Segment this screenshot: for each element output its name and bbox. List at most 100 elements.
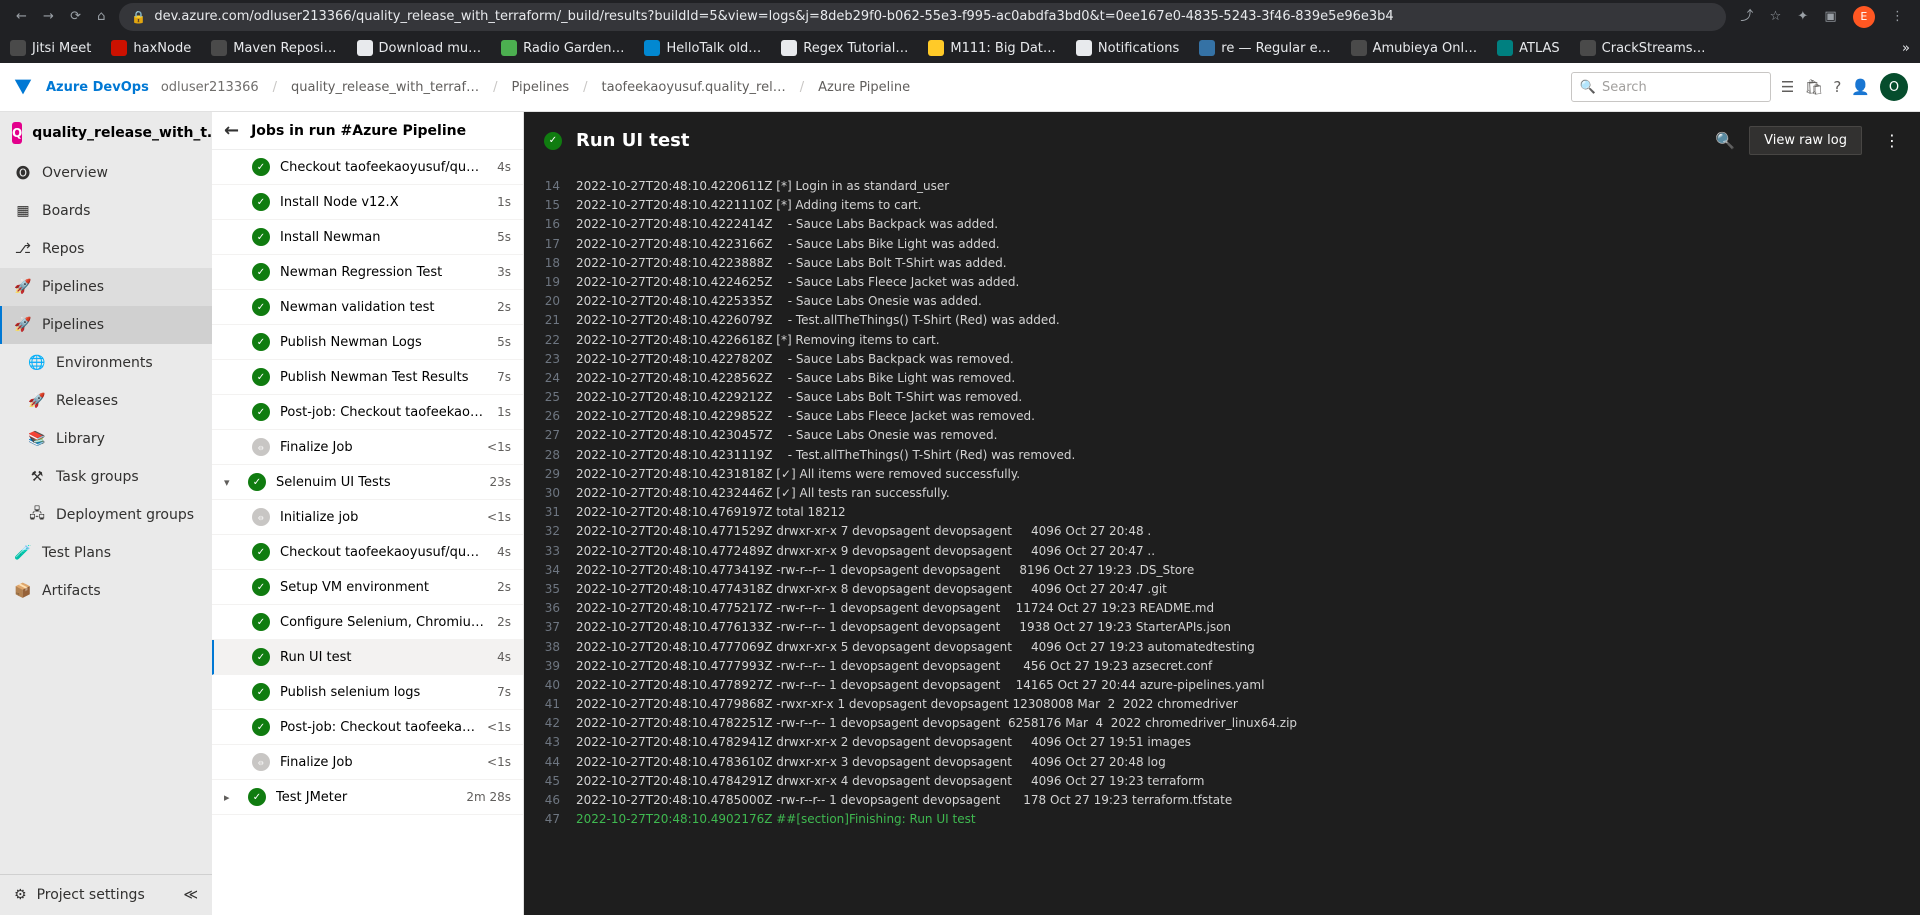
status-icon: ✓ xyxy=(252,158,270,176)
sidebar-item[interactable]: 🖧Deployment groups xyxy=(0,496,212,534)
job-step-row[interactable]: ✓Install Newman5s xyxy=(212,220,523,255)
bookmark-item[interactable]: Download mu… xyxy=(357,40,482,56)
job-step-row[interactable]: ✓Post-job: Checkout taofeeka…<1s xyxy=(212,710,523,745)
log-line-text: 2022-10-27T20:48:10.4225335Z - Sauce Lab… xyxy=(576,292,982,311)
sidebar-item[interactable]: 🚀Pipelines xyxy=(0,306,212,344)
log-line-text: 2022-10-27T20:48:10.4227820Z - Sauce Lab… xyxy=(576,350,1014,369)
sidebar-item[interactable]: 🅞Overview xyxy=(0,154,212,192)
job-step-row[interactable]: ⦵Initialize job<1s xyxy=(212,500,523,535)
chevron-icon[interactable]: ▸ xyxy=(224,791,238,804)
bookmark-item[interactable]: CrackStreams… xyxy=(1580,40,1706,56)
log-line: 332022-10-27T20:48:10.4772489Z drwxr-xr-… xyxy=(524,542,1920,561)
panels-icon[interactable]: ▣ xyxy=(1824,9,1836,24)
log-line-number: 40 xyxy=(540,676,576,695)
project-settings[interactable]: ⚙ Project settings ≪ xyxy=(0,874,212,915)
sidebar-item[interactable]: 🌐Environments xyxy=(0,344,212,382)
bookmark-item[interactable]: Regex Tutorial… xyxy=(781,40,908,56)
log-line: 392022-10-27T20:48:10.4777993Z -rw-r--r-… xyxy=(524,657,1920,676)
log-line-number: 24 xyxy=(540,369,576,388)
job-step-row[interactable]: ⦵Finalize Job<1s xyxy=(212,745,523,780)
back-button[interactable]: ← xyxy=(16,9,27,24)
job-step-row[interactable]: ⦵Finalize Job<1s xyxy=(212,430,523,465)
reload-button[interactable]: ⟳ xyxy=(70,9,81,24)
step-name: Checkout taofeekaoyusuf/qual… xyxy=(280,545,487,560)
log-line: 472022-10-27T20:48:10.4902176Z ##[sectio… xyxy=(524,810,1920,829)
job-step-row[interactable]: ✓Post-job: Checkout taofeekao…1s xyxy=(212,395,523,430)
search-input[interactable]: 🔍 Search xyxy=(1571,72,1771,102)
job-step-row[interactable]: ✓Run UI test4s xyxy=(212,640,523,675)
org-name[interactable]: odluser213366 xyxy=(161,80,259,95)
help-icon[interactable]: ? xyxy=(1833,78,1841,96)
step-duration: 1s xyxy=(497,195,511,209)
bookmark-item[interactable]: M111: Big Dat… xyxy=(928,40,1056,56)
bookmark-item[interactable]: Amubieya Onl… xyxy=(1351,40,1478,56)
job-step-row[interactable]: ✓Install Node v12.X1s xyxy=(212,185,523,220)
log-line: 282022-10-27T20:48:10.4231119Z - Test.al… xyxy=(524,446,1920,465)
list-icon[interactable]: ☰ xyxy=(1781,78,1794,96)
browser-profile[interactable]: E xyxy=(1853,6,1875,28)
bookmark-item[interactable]: ATLAS xyxy=(1497,40,1560,56)
job-step-row[interactable]: ✓Publish Newman Test Results7s xyxy=(212,360,523,395)
browser-right-icons: ⤴ ☆ ✦ ▣ E ⋮ xyxy=(1734,5,1910,28)
azure-logo-icon[interactable] xyxy=(12,76,34,98)
job-step-row[interactable]: ✓Checkout taofeekaoyusuf/qual…4s xyxy=(212,150,523,185)
job-step-row[interactable]: ✓Configure Selenium, Chromiu…2s xyxy=(212,605,523,640)
log-line-text: 2022-10-27T20:48:10.4228562Z - Sauce Lab… xyxy=(576,369,1015,388)
log-line-text: 2022-10-27T20:48:10.4226618Z [*] Removin… xyxy=(576,331,940,350)
view-raw-log-button[interactable]: View raw log xyxy=(1749,126,1862,155)
extensions-icon[interactable]: ✦ xyxy=(1797,9,1808,24)
bookmark-item[interactable]: haxNode xyxy=(111,40,191,56)
bookmark-icon[interactable]: ☆ xyxy=(1770,9,1782,24)
step-name: Selenuim UI Tests xyxy=(276,475,479,490)
log-more-icon[interactable]: ⋮ xyxy=(1884,131,1900,150)
sidebar-item[interactable]: 🚀Pipelines xyxy=(0,268,212,306)
bookmark-item[interactable]: Radio Garden… xyxy=(501,40,624,56)
job-step-row[interactable]: ✓Publish selenium logs7s xyxy=(212,675,523,710)
bookmarks-overflow-icon[interactable]: » xyxy=(1902,41,1910,56)
home-button[interactable]: ⌂ xyxy=(97,9,105,24)
address-bar[interactable]: 🔒 dev.azure.com/odluser213366/quality_re… xyxy=(119,3,1726,31)
sidebar-item[interactable]: ⚒Task groups xyxy=(0,458,212,496)
sidebar-item[interactable]: ⎇Repos xyxy=(0,230,212,268)
job-step-row[interactable]: ✓Newman Regression Test3s xyxy=(212,255,523,290)
bookmark-item[interactable]: HelloTalk old… xyxy=(644,40,761,56)
sub-icon: 🖧 xyxy=(28,506,46,524)
sidebar-item[interactable]: 📦Artifacts xyxy=(0,572,212,610)
project-header[interactable]: Q quality_release_with_t… + xyxy=(0,112,212,154)
user-settings-icon[interactable]: 👤 xyxy=(1851,78,1870,96)
forward-button[interactable]: → xyxy=(43,9,54,24)
bookmark-item[interactable]: Jitsi Meet xyxy=(10,40,91,56)
job-step-row[interactable]: ▸✓Test JMeter2m 28s xyxy=(212,780,523,815)
job-step-row[interactable]: ✓Publish Newman Logs5s xyxy=(212,325,523,360)
share-icon[interactable]: ⤴ xyxy=(1740,9,1753,24)
crumb-pipeline-name[interactable]: taofeekaoyusuf.quality_rel… xyxy=(602,80,786,95)
status-icon: ✓ xyxy=(252,228,270,246)
step-duration: 1s xyxy=(497,405,511,419)
job-step-row[interactable]: ✓Checkout taofeekaoyusuf/qual…4s xyxy=(212,535,523,570)
log-line-text: 2022-10-27T20:48:10.4771529Z drwxr-xr-x … xyxy=(576,522,1151,541)
sidebar-item[interactable]: ▦Boards xyxy=(0,192,212,230)
bookmark-item[interactable]: Notifications xyxy=(1076,40,1179,56)
product-name[interactable]: Azure DevOps xyxy=(46,80,149,95)
marketplace-icon[interactable]: 🛍 xyxy=(1804,78,1823,96)
user-avatar[interactable]: O xyxy=(1880,73,1908,101)
collapse-sidebar-icon[interactable]: ≪ xyxy=(183,887,198,903)
log-line: 412022-10-27T20:48:10.4779868Z -rwxr-xr-… xyxy=(524,695,1920,714)
sidebar-item[interactable]: 🧪Test Plans xyxy=(0,534,212,572)
back-arrow-icon[interactable]: ← xyxy=(224,120,239,141)
log-search-icon[interactable]: 🔍 xyxy=(1715,131,1735,150)
log-line: 272022-10-27T20:48:10.4230457Z - Sauce L… xyxy=(524,426,1920,445)
crumb-project[interactable]: quality_release_with_terraf… xyxy=(291,80,479,95)
sidebar-item[interactable]: 📚Library xyxy=(0,420,212,458)
job-step-row[interactable]: ▾✓Selenuim UI Tests23s xyxy=(212,465,523,500)
bookmark-item[interactable]: re — Regular e… xyxy=(1199,40,1330,56)
bookmark-item[interactable]: Maven Reposi… xyxy=(211,40,336,56)
log-line: 352022-10-27T20:48:10.4774318Z drwxr-xr-… xyxy=(524,580,1920,599)
sidebar-item[interactable]: 🚀Releases xyxy=(0,382,212,420)
job-step-row[interactable]: ✓Setup VM environment2s xyxy=(212,570,523,605)
browser-menu-icon[interactable]: ⋮ xyxy=(1891,9,1904,24)
crumb-run[interactable]: Azure Pipeline xyxy=(818,80,910,95)
job-step-row[interactable]: ✓Newman validation test2s xyxy=(212,290,523,325)
crumb-pipelines[interactable]: Pipelines xyxy=(511,80,569,95)
chevron-icon[interactable]: ▾ xyxy=(224,476,238,489)
